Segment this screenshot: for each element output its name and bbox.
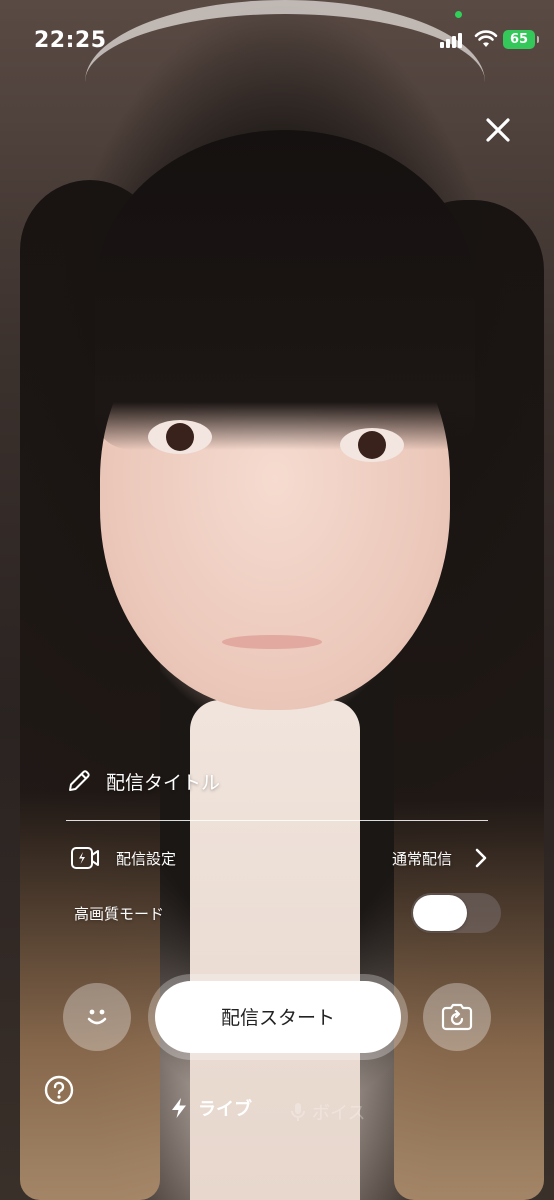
stream-settings-row[interactable]: 配信設定 通常配信: [70, 840, 490, 876]
start-stream-button[interactable]: 配信スタート: [155, 981, 401, 1053]
flip-camera-button[interactable]: [423, 983, 491, 1051]
divider: [66, 820, 488, 821]
video-camera-icon: [71, 847, 99, 869]
tab-live[interactable]: ライブ: [170, 1095, 252, 1121]
camera-preview-eye-right: [340, 428, 404, 462]
camera-preview-eye-left: [148, 420, 212, 454]
status-bar: 22:25 65: [0, 0, 554, 80]
camera-indicator-dot: [455, 11, 462, 18]
pencil-icon: [69, 770, 90, 791]
chevron-right-icon: [475, 848, 487, 868]
battery-indicator: 65: [503, 30, 539, 49]
stream-title-input[interactable]: 配信タイトル: [66, 760, 486, 802]
smiley-icon: [87, 1009, 107, 1025]
stream-settings-value: 通常配信: [391, 849, 452, 868]
hq-mode-label: 高画質モード: [74, 905, 165, 923]
start-stream-button-ring: 配信スタート: [148, 974, 408, 1060]
hq-mode-row: 高画質モード: [74, 893, 504, 933]
camera-flip-icon: [441, 1003, 473, 1031]
tab-live-label: ライブ: [198, 1099, 252, 1120]
camera-preview-mouth: [222, 635, 322, 649]
lightning-icon: [172, 1098, 186, 1118]
cellular-signal-icon: [440, 32, 466, 48]
tab-voice[interactable]: ボイス: [290, 1099, 365, 1125]
stream-settings-label: 配信設定: [116, 849, 177, 868]
camera-preview-bangs: [95, 130, 475, 450]
tab-voice-label: ボイス: [312, 1103, 366, 1124]
close-icon[interactable]: [480, 112, 516, 148]
toggle-knob: [413, 895, 467, 931]
mode-tabs: ライブ ボイス: [170, 1095, 430, 1131]
wifi-icon: [474, 30, 498, 47]
face-effect-button[interactable]: [63, 983, 131, 1051]
status-time: 22:25: [34, 28, 107, 53]
microphone-icon: [291, 1103, 305, 1121]
hq-mode-toggle[interactable]: [411, 893, 501, 933]
help-icon[interactable]: [44, 1075, 74, 1105]
stream-title-placeholder: 配信タイトル: [106, 771, 221, 794]
